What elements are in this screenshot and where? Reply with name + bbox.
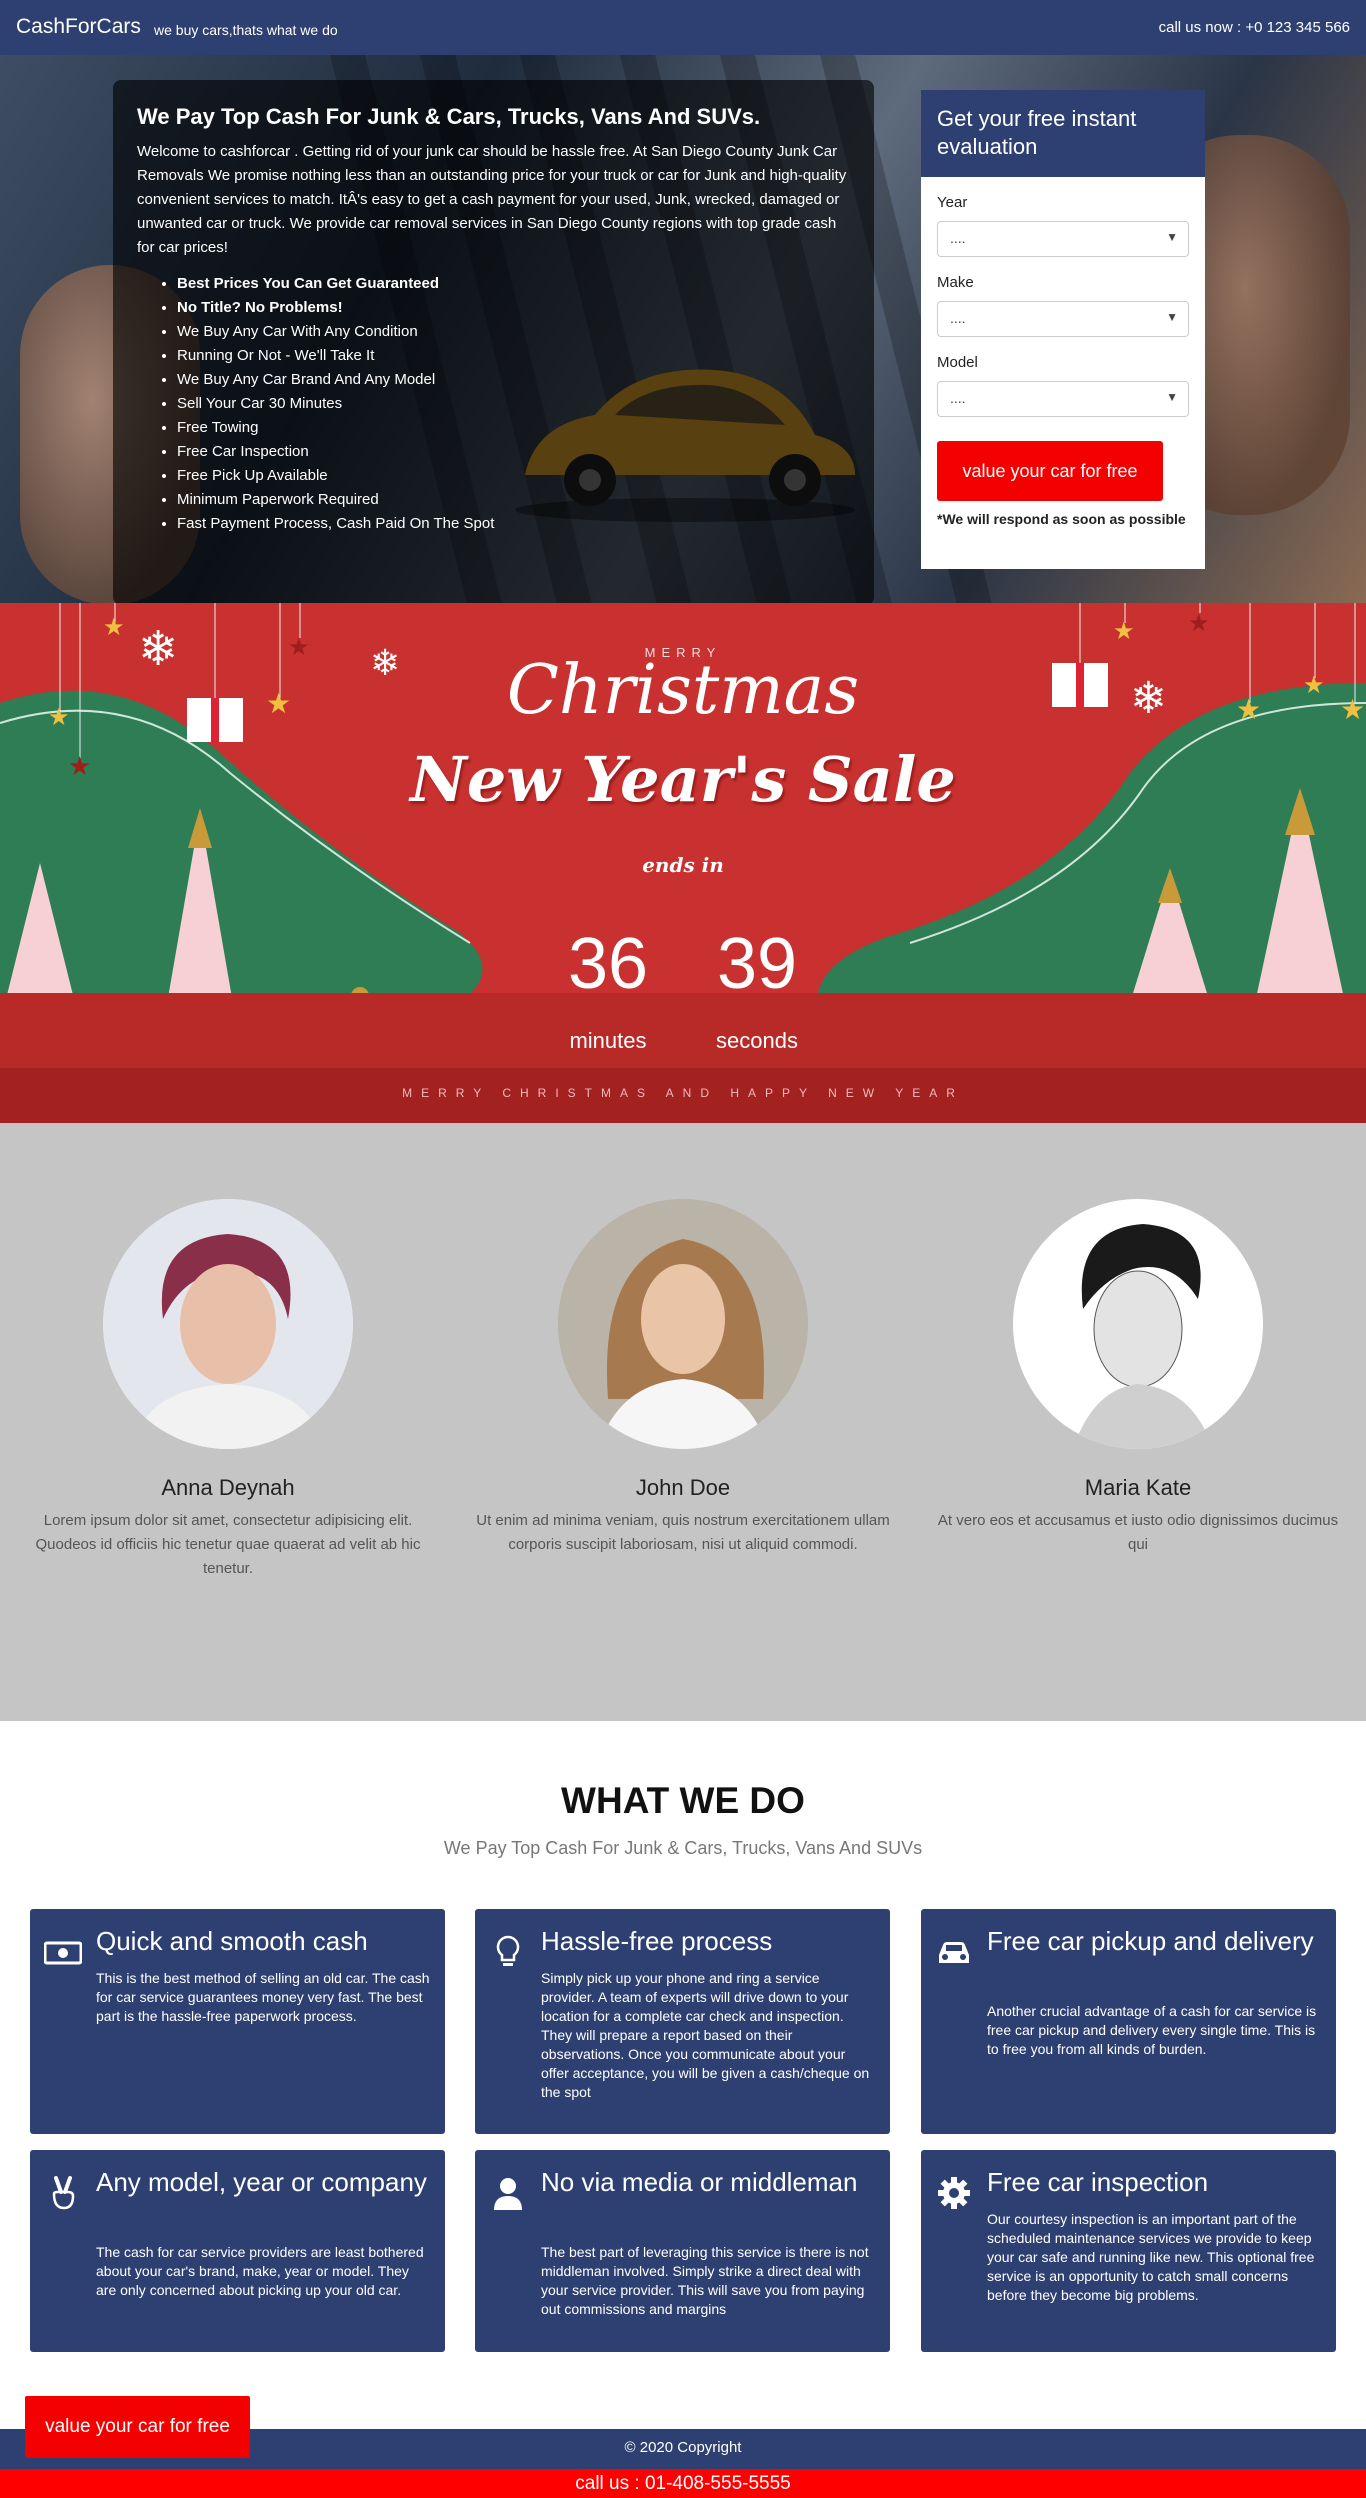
benefit-item: We Buy Any Car With Any Condition bbox=[177, 320, 850, 344]
benefit-item: Free Pick Up Available bbox=[177, 464, 850, 488]
year-label: Year bbox=[937, 194, 968, 211]
benefit-item: We Buy Any Car Brand And Any Model bbox=[177, 368, 850, 392]
team-member-card: Maria Kate At vero eos et accusamus et i… bbox=[923, 1199, 1353, 1557]
member-quote: Lorem ipsum dolor sit amet, consectetur … bbox=[35, 1512, 421, 1577]
avatar bbox=[103, 1199, 353, 1449]
countdown-minutes: 36 bbox=[567, 924, 649, 1004]
brand-tagline: we buy cars,thats what we do bbox=[154, 22, 338, 38]
services-subtitle: We Pay Top Cash For Junk & Cars, Trucks,… bbox=[443, 1838, 923, 1858]
member-name: Maria Kate bbox=[1084, 1475, 1192, 1500]
benefit-item: Fast Payment Process, Cash Paid On The S… bbox=[177, 512, 850, 536]
team-member-card: Anna Deynah Lorem ipsum dolor sit amet, … bbox=[13, 1199, 443, 1581]
year-select[interactable]: .... ▼ bbox=[937, 221, 1189, 257]
avatar bbox=[1013, 1199, 1263, 1449]
make-select[interactable]: .... ▼ bbox=[937, 301, 1189, 337]
countdown-minutes-label: minutes bbox=[569, 1028, 647, 1053]
service-title: Any model, year or company bbox=[96, 2167, 427, 2197]
avatar bbox=[558, 1199, 808, 1449]
chevron-down-icon: ▼ bbox=[1166, 230, 1178, 244]
service-card: Hassle-free process Simply pick up your … bbox=[475, 1909, 890, 2134]
make-select-value: .... bbox=[950, 310, 966, 326]
service-title: Hassle-free process bbox=[541, 1926, 773, 1956]
services-title: WHAT WE DO bbox=[561, 1780, 805, 1821]
service-card: Quick and smooth cash This is the best m… bbox=[30, 1909, 445, 2134]
promo-christmas: Christmas bbox=[506, 651, 860, 730]
car-icon bbox=[939, 1942, 969, 1963]
copyright-text: © 2020 Copyright bbox=[624, 2439, 742, 2456]
benefit-item: No Title? No Problems! bbox=[177, 296, 850, 320]
lightbulb-icon bbox=[496, 1935, 520, 1966]
svg-text:★: ★ bbox=[1113, 618, 1135, 645]
call-now-text: call us now : +0 123 345 566 bbox=[1158, 19, 1350, 36]
form-title: Get your free instant evaluation bbox=[921, 90, 1205, 177]
service-text: This is the best method of selling an ol… bbox=[96, 1970, 430, 2024]
chevron-down-icon: ▼ bbox=[1166, 310, 1178, 324]
top-navbar: CashForCars we buy cars,thats what we do… bbox=[0, 0, 1366, 55]
promo-footer-text: MERRY CHRISTMAS AND HAPPY NEW YEAR bbox=[402, 1086, 964, 1100]
value-car-button[interactable]: value your car for free bbox=[937, 441, 1163, 501]
money-icon bbox=[44, 1941, 82, 1965]
service-text: The cash for car service providers are l… bbox=[96, 2244, 424, 2298]
gear-icon bbox=[938, 2177, 970, 2209]
service-card: No via media or middleman The best part … bbox=[475, 2150, 890, 2352]
hero-intro: Welcome to cashforcar . Getting rid of y… bbox=[137, 143, 847, 256]
call-bar-text: call us : 01-408-555-5555 bbox=[575, 2473, 791, 2494]
victory-hand-icon bbox=[52, 2176, 75, 2210]
countdown-seconds-label: seconds bbox=[716, 1028, 798, 1053]
member-name: John Doe bbox=[635, 1475, 731, 1500]
model-label: Model bbox=[937, 354, 978, 371]
benefit-item: Sell Your Car 30 Minutes bbox=[177, 392, 850, 416]
testimonials-section: Anna Deynah Lorem ipsum dolor sit amet, … bbox=[0, 1123, 1366, 1721]
make-label: Make bbox=[937, 274, 974, 291]
benefits-list: Best Prices You Can Get Guaranteed No Ti… bbox=[177, 272, 850, 536]
service-title: Free car inspection bbox=[987, 2167, 1209, 2197]
evaluation-form: Get your free instant evaluation Year ..… bbox=[921, 90, 1205, 569]
member-quote: At vero eos et accusamus et iusto odio d… bbox=[937, 1512, 1339, 1553]
model-select[interactable]: .... ▼ bbox=[937, 381, 1189, 417]
service-title: No via media or middleman bbox=[541, 2167, 858, 2197]
service-card: Free car pickup and delivery Another cru… bbox=[921, 1909, 1336, 2134]
christmas-promo-banner: ★ ★ ★ ★ ★ ★ ★ ★ ★ ★ ❄ ❄ ❄ MERRY Christma… bbox=[0, 603, 1366, 1123]
benefit-item: Minimum Paperwork Required bbox=[177, 488, 850, 512]
service-text: Another crucial advantage of a cash for … bbox=[987, 2003, 1317, 2057]
team-member-card: John Doe Ut enim ad minima veniam, quis … bbox=[468, 1199, 898, 1557]
service-text: Simply pick up your phone and ring a ser… bbox=[541, 1970, 870, 2100]
call-bar[interactable]: call us : 01-408-555-5555 bbox=[0, 2469, 1366, 2498]
hero-section: We Pay Top Cash For Junk & Cars, Trucks,… bbox=[0, 55, 1366, 603]
chevron-down-icon: ▼ bbox=[1166, 390, 1178, 404]
user-icon bbox=[494, 2178, 522, 2210]
service-title: Free car pickup and delivery bbox=[987, 1926, 1314, 1956]
svg-text:★: ★ bbox=[103, 614, 125, 641]
countdown-seconds: 39 bbox=[716, 924, 798, 1004]
service-title: Quick and smooth cash bbox=[96, 1926, 368, 1956]
service-text: The best part of leveraging this service… bbox=[541, 2244, 869, 2317]
hero-info-panel: We Pay Top Cash For Junk & Cars, Trucks,… bbox=[113, 80, 874, 603]
member-quote: Ut enim ad minima veniam, quis nostrum e… bbox=[476, 1512, 890, 1553]
response-note: *We will respond as soon as possible bbox=[937, 511, 1186, 527]
year-select-value: .... bbox=[950, 230, 966, 246]
service-card: Any model, year or company The cash for … bbox=[30, 2150, 445, 2352]
brand-logo[interactable]: CashForCars bbox=[16, 15, 141, 39]
floating-value-car-button[interactable]: value your car for free bbox=[25, 2396, 250, 2458]
promo-ends-in: ends in bbox=[642, 853, 724, 877]
benefit-item: Free Car Inspection bbox=[177, 440, 850, 464]
promo-sale-title: New Year's Sale bbox=[410, 743, 956, 816]
service-card: Free car inspection Our courtesy inspect… bbox=[921, 2150, 1336, 2352]
countdown-band bbox=[0, 993, 1366, 1068]
benefit-item: Best Prices You Can Get Guaranteed bbox=[177, 272, 850, 296]
model-select-value: .... bbox=[950, 390, 966, 406]
benefit-item: Free Towing bbox=[177, 416, 850, 440]
benefit-item: Running Or Not - We'll Take It bbox=[177, 344, 850, 368]
service-text: Our courtesy inspection is an important … bbox=[987, 2211, 1315, 2303]
svg-text:★: ★ bbox=[1188, 610, 1210, 637]
member-name: Anna Deynah bbox=[161, 1475, 295, 1500]
hero-title: We Pay Top Cash For Junk & Cars, Trucks,… bbox=[137, 104, 761, 129]
